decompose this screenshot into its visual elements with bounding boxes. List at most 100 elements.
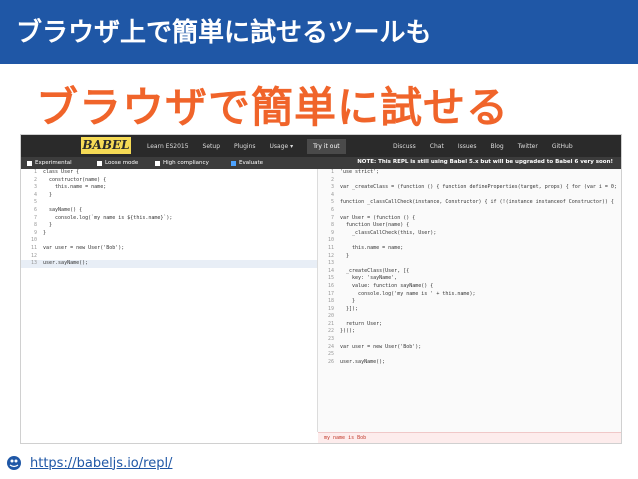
code-line: 14 _createClass(User, [{ — [318, 268, 621, 276]
line-number: 24 — [327, 343, 334, 350]
code-line: 5 — [21, 199, 317, 207]
code-line: 12 } — [318, 253, 621, 261]
nav-item-issues[interactable]: Issues — [458, 143, 477, 150]
nav-item-chat[interactable]: Chat — [430, 143, 444, 150]
option-experimental[interactable]: Experimental — [27, 159, 72, 167]
code-text: class User { — [43, 169, 80, 175]
code-text: return User; — [340, 320, 383, 327]
slide-header: ブラウザ上で簡単に試せるツールも — [0, 0, 638, 64]
code-text: var user = new User('Bob'); — [43, 244, 125, 251]
code-line: 25 — [318, 351, 621, 359]
option-label: Evaluate — [239, 160, 264, 166]
line-number: 2 — [33, 176, 37, 183]
nav-item-try-it-out[interactable]: Try it out — [307, 138, 346, 154]
line-number: 14 — [327, 267, 334, 274]
code-text: console.log(`my name is ${this.name}`); — [43, 214, 173, 221]
babel-logo[interactable]: BABEL — [81, 137, 131, 154]
nav-item-learn-es2015[interactable]: Learn ES2015 — [147, 143, 189, 150]
code-text: console.log('my name is ' + this.name); — [340, 290, 476, 297]
code-line: 10 — [21, 237, 317, 245]
code-line: 6 — [318, 207, 621, 215]
babel-version-note: NOTE: This REPL is still using Babel 5.x… — [357, 159, 613, 165]
code-text: user.sayName(); — [340, 358, 386, 365]
console-output-text: my name is Bob — [324, 435, 367, 441]
slide-subtitle: ブラウザで簡単に試せる — [36, 83, 510, 132]
code-line: 5 function _classCallCheck(instance, Cons… — [318, 199, 621, 207]
code-text: value: function sayName() { — [340, 282, 434, 289]
code-line: 3 var _createClass = (function () { funct… — [318, 184, 621, 192]
option-evaluate[interactable]: Evaluate — [231, 159, 263, 167]
code-line: 26 user.sayName(); — [318, 359, 621, 367]
line-number: 7 — [33, 214, 37, 221]
code-text: _createClass(User, [{ — [340, 267, 410, 274]
high-compliancy-checkbox[interactable] — [155, 160, 160, 166]
line-number: 25 — [327, 351, 334, 358]
input-code-editor[interactable]: 1 class User {2 constructor(name) {3 this… — [21, 169, 318, 432]
slide-title: ブラウザ上で簡単に試せるツールも — [16, 18, 432, 48]
code-line: 22})(); — [318, 328, 621, 336]
babel-mascot-icon — [7, 456, 21, 470]
line-number: 12 — [30, 252, 37, 259]
line-number: 3 — [330, 184, 334, 191]
line-number: 5 — [330, 199, 334, 206]
line-number: 13 — [30, 260, 37, 267]
line-number: 6 — [330, 206, 334, 213]
nav-item-blog[interactable]: Blog — [490, 143, 503, 150]
code-line: 13 — [318, 260, 621, 268]
nav-item-github[interactable]: GitHub — [552, 143, 573, 150]
repl-options-bar: Experimental Loose mode High compliancy … — [21, 157, 621, 169]
code-text: this.name = name; — [340, 244, 404, 251]
option-label: High compliancy — [163, 160, 209, 166]
code-text: key: 'sayName', — [340, 275, 398, 282]
line-number: 21 — [327, 320, 334, 327]
option-high-compliancy[interactable]: High compliancy — [155, 159, 209, 167]
code-line: 9} — [21, 230, 317, 238]
code-text: })(); — [340, 328, 356, 335]
code-line: 8 function User(name) { — [318, 222, 621, 230]
nav-item-twitter[interactable]: Twitter — [518, 143, 538, 150]
line-number: 1 — [330, 169, 334, 175]
code-line: 15 key: 'sayName', — [318, 275, 621, 283]
console-output: my name is Bob — [318, 432, 621, 443]
code-line: 21 return User; — [318, 321, 621, 329]
option-loose-mode[interactable]: Loose mode — [97, 159, 138, 167]
output-code-view: 1 'use strict'; 2 3 var _createClass = (func… — [318, 169, 621, 432]
nav-item-discuss[interactable]: Discuss — [393, 143, 416, 150]
line-number: 17 — [327, 290, 334, 297]
code-line: 18 } — [318, 298, 621, 306]
code-line: 7 console.log(`my name is ${this.name}`)… — [21, 215, 317, 223]
code-line: 8 } — [21, 222, 317, 230]
code-text: var user = new User('Bob'); — [340, 343, 422, 350]
code-text: } — [43, 229, 47, 236]
code-line: 12 — [21, 253, 317, 261]
loose-mode-checkbox[interactable] — [97, 160, 102, 166]
code-text: }]); — [340, 305, 359, 312]
code-line: 20 — [318, 313, 621, 321]
code-line: 1 class User { — [21, 169, 317, 177]
line-number: 9 — [33, 229, 37, 236]
line-number: 26 — [327, 358, 334, 365]
code-text: } — [340, 252, 350, 259]
option-label: Loose mode — [105, 160, 139, 166]
evaluate-checkbox[interactable] — [231, 160, 236, 166]
footer-link-row: https://babeljs.io/repl/ — [6, 452, 172, 474]
line-number: 9 — [330, 229, 334, 236]
line-number: 8 — [33, 222, 37, 229]
code-text: this.name = name; — [43, 184, 107, 191]
nav-item-usage[interactable]: Usage ▾ — [270, 143, 294, 150]
code-line: 6 sayName() { — [21, 207, 317, 215]
line-number: 15 — [327, 275, 334, 282]
repl-url-link[interactable]: https://babeljs.io/repl/ — [30, 456, 172, 471]
code-text: 'use strict'; — [340, 169, 380, 175]
line-number: 10 — [327, 237, 334, 244]
code-text: } — [340, 298, 356, 305]
nav-item-setup[interactable]: Setup — [203, 143, 220, 150]
option-label: Experimental — [35, 160, 72, 166]
code-line: 3 this.name = name; — [21, 184, 317, 192]
line-number: 2 — [330, 176, 334, 183]
babel-nav-bar: BABEL Learn ES2015 Setup Plugins Usage ▾… — [21, 135, 621, 157]
code-line: 13 user.sayName(); — [21, 260, 317, 268]
code-text: } — [43, 222, 53, 229]
experimental-checkbox[interactable] — [27, 160, 32, 166]
nav-item-plugins[interactable]: Plugins — [234, 143, 256, 150]
